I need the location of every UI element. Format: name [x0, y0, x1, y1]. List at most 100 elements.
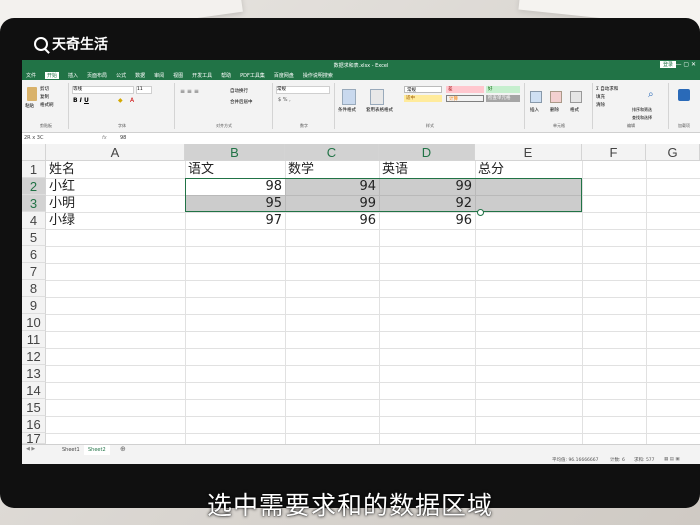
row-header-8[interactable]: 8	[22, 280, 46, 297]
fill-color-icon[interactable]: ◆	[118, 97, 123, 104]
copy-button[interactable]: 复制	[40, 94, 49, 100]
sheet-nav-arrows[interactable]: ◀ ▶	[26, 446, 35, 452]
view-mode-icons[interactable]: ▦ ▤ ▣	[664, 457, 680, 462]
number-format-icons[interactable]: $ % ,	[278, 97, 291, 103]
row-header-4[interactable]: 4	[22, 212, 46, 229]
cell-b1[interactable]: 语文	[185, 161, 285, 178]
row-header-9[interactable]: 9	[22, 297, 46, 314]
menu-review[interactable]: 审阅	[154, 72, 164, 79]
font-color-icon[interactable]: A	[130, 97, 134, 104]
menu-tell-me[interactable]: 操作说明搜索	[303, 72, 333, 79]
merge-center-button[interactable]: 合并后居中	[230, 99, 253, 105]
cell-b2[interactable]: 98	[185, 178, 285, 195]
menu-file[interactable]: 文件	[26, 72, 36, 79]
paste-button[interactable]: 粘贴	[25, 103, 34, 109]
style-normal[interactable]: 常规	[404, 86, 442, 93]
menu-pdf[interactable]: PDF工具集	[240, 72, 265, 79]
menu-baidu[interactable]: 百度网盘	[274, 72, 294, 79]
fx-icon[interactable]: fx	[102, 135, 107, 141]
font-name-select[interactable]: 等线	[72, 86, 134, 94]
style-calc[interactable]: 计算	[446, 95, 484, 102]
paste-icon[interactable]	[27, 87, 37, 101]
row-header-12[interactable]: 12	[22, 348, 46, 365]
cut-button[interactable]: 剪切	[40, 86, 49, 92]
autosum-button[interactable]: Σ 自动求和	[596, 86, 618, 92]
window-controls[interactable]: — ▢ ✕	[675, 61, 696, 68]
style-neutral[interactable]: 适中	[404, 95, 442, 102]
font-size-select[interactable]: 11	[136, 86, 152, 94]
sort-filter-button[interactable]: 排序和筛选	[632, 107, 652, 113]
row-header-13[interactable]: 13	[22, 365, 46, 382]
column-header-e[interactable]: E	[475, 144, 582, 161]
cell-e1[interactable]: 总分	[475, 161, 582, 178]
name-box[interactable]: 2R x 3C	[24, 135, 60, 141]
menu-page-layout[interactable]: 页面布局	[87, 72, 107, 79]
column-header-c[interactable]: C	[285, 144, 379, 161]
row-header-16[interactable]: 16	[22, 416, 46, 433]
menu-home[interactable]: 开始	[45, 71, 60, 79]
conditional-format-icon[interactable]	[342, 89, 356, 105]
row-header-11[interactable]: 11	[22, 331, 46, 348]
fill-button[interactable]: 填充	[596, 94, 605, 100]
wrap-text-button[interactable]: 自动换行	[230, 88, 248, 94]
column-header-d[interactable]: D	[379, 144, 475, 161]
row-header-2[interactable]: 2	[22, 178, 46, 195]
column-header-b[interactable]: B	[185, 144, 285, 161]
align-icons[interactable]: ≡ ≡ ≡	[180, 88, 199, 95]
menu-insert[interactable]: 插入	[68, 72, 78, 79]
row-header-1[interactable]: 1	[22, 161, 46, 178]
format-cells-button[interactable]: 格式	[570, 107, 579, 113]
delete-cells-button[interactable]: 删除	[550, 107, 559, 113]
row-header-6[interactable]: 6	[22, 246, 46, 263]
insert-cells-icon[interactable]	[530, 91, 542, 103]
menu-formulas[interactable]: 公式	[116, 72, 126, 79]
cell-d3[interactable]: 92	[379, 195, 475, 212]
cell-d1[interactable]: 英语	[379, 161, 475, 178]
formula-input[interactable]: 98	[120, 135, 126, 141]
insert-cells-button[interactable]: 插入	[530, 107, 539, 113]
menu-developer[interactable]: 开发工具	[192, 72, 212, 79]
worksheet-grid[interactable]: A B C D E F G 1 2 3 4 5 6 7 8 9 10 11 12…	[22, 144, 700, 444]
style-check[interactable]: 检查单元格	[486, 95, 520, 102]
addins-icon[interactable]	[678, 89, 690, 101]
menu-help[interactable]: 帮助	[221, 72, 231, 79]
format-cells-icon[interactable]	[570, 91, 582, 103]
cell-b4[interactable]: 97	[185, 212, 285, 229]
signin-button[interactable]: 登录	[659, 61, 676, 68]
table-format-icon[interactable]	[370, 89, 384, 105]
cell-c4[interactable]: 96	[285, 212, 379, 229]
row-header-7[interactable]: 7	[22, 263, 46, 280]
row-header-5[interactable]: 5	[22, 229, 46, 246]
table-format-button[interactable]: 套用表格格式	[366, 107, 393, 113]
format-painter-button[interactable]: 格式刷	[40, 102, 54, 108]
select-all-corner[interactable]	[22, 144, 46, 161]
column-header-g[interactable]: G	[646, 144, 700, 161]
style-bad[interactable]: 差	[446, 86, 484, 93]
row-header-17[interactable]: 17	[22, 433, 46, 444]
menu-view[interactable]: 视图	[173, 72, 183, 79]
number-format-select[interactable]: 常规	[276, 86, 330, 94]
row-header-15[interactable]: 15	[22, 399, 46, 416]
add-sheet-icon[interactable]: ⊕	[120, 445, 126, 453]
cell-a4[interactable]: 小绿	[46, 212, 185, 229]
cell-a3[interactable]: 小明	[46, 195, 185, 212]
find-select-button[interactable]: 查找和选择	[632, 115, 652, 121]
conditional-format-button[interactable]: 条件格式	[338, 107, 356, 113]
search-icon[interactable]: ⌕	[648, 89, 654, 100]
cell-a2[interactable]: 小红	[46, 178, 185, 195]
cell-d4[interactable]: 96	[379, 212, 475, 229]
cell-a1[interactable]: 姓名	[46, 161, 185, 178]
fill-handle[interactable]	[477, 209, 484, 216]
cell-c3[interactable]: 99	[285, 195, 379, 212]
bold-icon[interactable]: B I U	[73, 97, 89, 104]
cell-b3[interactable]: 95	[185, 195, 285, 212]
column-header-f[interactable]: F	[582, 144, 646, 161]
menu-data[interactable]: 数据	[135, 72, 145, 79]
row-header-3[interactable]: 3	[22, 195, 46, 212]
style-good[interactable]: 好	[486, 86, 520, 93]
sheet-tab-1[interactable]: Sheet1	[58, 445, 84, 455]
row-header-14[interactable]: 14	[22, 382, 46, 399]
delete-cells-icon[interactable]	[550, 91, 562, 103]
clear-button[interactable]: 清除	[596, 102, 605, 108]
column-header-a[interactable]: A	[46, 144, 185, 161]
